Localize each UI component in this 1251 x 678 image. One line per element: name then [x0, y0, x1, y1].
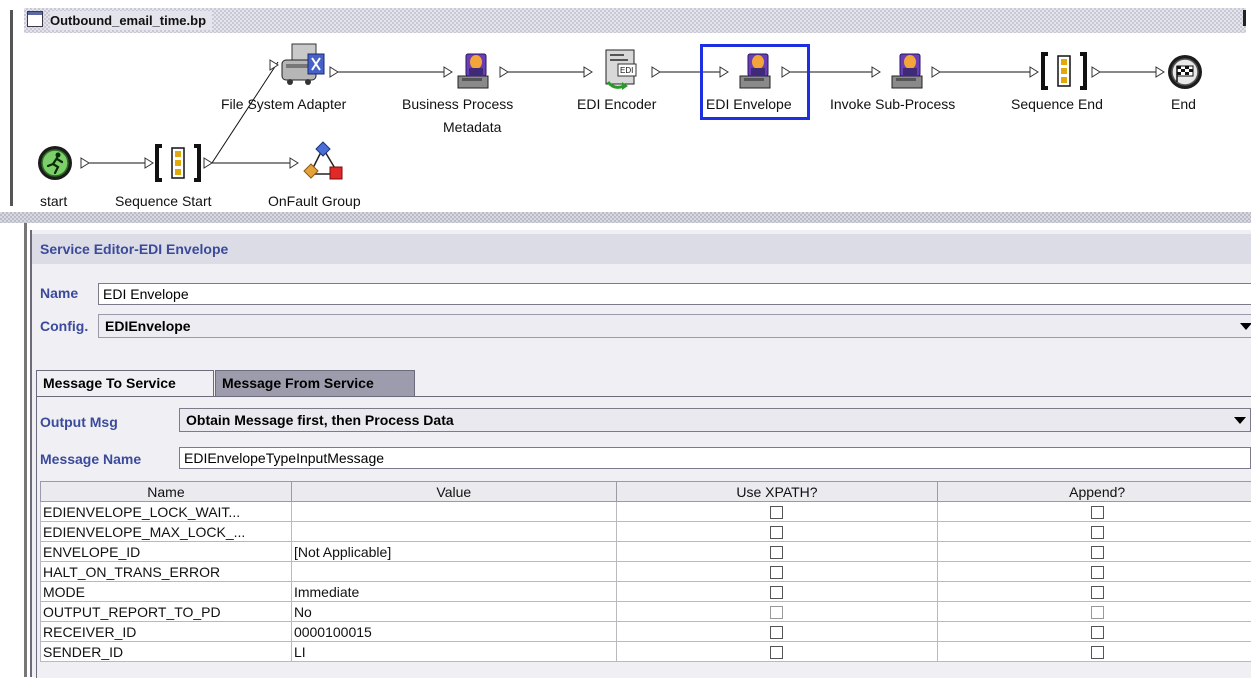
service-computer-icon [734, 48, 778, 92]
table-row[interactable]: SENDER_ID LI [41, 642, 1251, 662]
service-computer-icon [886, 48, 930, 92]
param-value[interactable]: Immediate [291, 582, 616, 602]
editor-left-border [24, 223, 27, 677]
table-row[interactable]: EDIENVELOPE_MAX_LOCK_... [41, 522, 1251, 542]
param-name: OUTPUT_REPORT_TO_PD [41, 602, 292, 622]
param-value[interactable] [291, 502, 616, 522]
end-node[interactable] [1166, 53, 1204, 91]
chevron-down-icon [1240, 323, 1251, 330]
edi-document-icon: EDI [600, 46, 646, 94]
file-system-adapter-node[interactable] [278, 40, 330, 88]
name-field[interactable] [98, 283, 1251, 305]
parameters-table: Name Value Use XPATH? Append? EDIENVELOP… [40, 481, 1251, 662]
column-header-name[interactable]: Name [41, 482, 292, 502]
svg-text:EDI: EDI [620, 66, 633, 75]
name-label: Name [40, 285, 78, 301]
invoke-sub-process-label: Invoke Sub-Process [830, 93, 955, 115]
append-checkbox[interactable] [1091, 586, 1104, 599]
param-value: No [291, 602, 616, 622]
adapter-icon [278, 40, 330, 88]
config-select[interactable]: EDIEnvelope [98, 314, 1251, 338]
onfault-group-node[interactable] [300, 140, 346, 186]
tab-panel: Output Msg Obtain Message first, then Pr… [36, 396, 1251, 678]
splitter-bar[interactable] [0, 212, 1251, 223]
edi-envelope-label: EDI Envelope [706, 93, 792, 115]
sequence-start-node[interactable] [154, 142, 202, 184]
onfault-group-label: OnFault Group [268, 190, 361, 212]
message-name-field[interactable] [179, 447, 1251, 469]
param-name: EDIENVELOPE_LOCK_WAIT... [41, 502, 292, 522]
param-name: SENDER_ID [41, 642, 292, 662]
param-value[interactable] [291, 522, 616, 542]
edi-encoder-node[interactable]: EDI [600, 46, 646, 94]
editor-title: Service Editor-EDI Envelope [32, 234, 1251, 264]
chevron-down-icon [1234, 417, 1246, 424]
onfault-group-icon [300, 140, 346, 186]
column-header-use-xpath[interactable]: Use XPATH? [616, 482, 938, 502]
append-checkbox[interactable] [1091, 526, 1104, 539]
tab-message-to-service[interactable]: Message To Service [36, 370, 214, 396]
param-name: RECEIVER_ID [41, 622, 292, 642]
use-xpath-checkbox[interactable] [770, 546, 783, 559]
param-value[interactable]: LI [291, 642, 616, 662]
end-node-label: End [1171, 93, 1196, 115]
end-flag-icon [1166, 53, 1204, 91]
table-row[interactable]: MODE Immediate [41, 582, 1251, 602]
message-name-label: Message Name [40, 451, 141, 467]
table-row[interactable]: OUTPUT_REPORT_TO_PD No [41, 602, 1251, 622]
tab-message-from-service[interactable]: Message From Service [215, 370, 415, 396]
output-msg-select-value: Obtain Message first, then Process Data [186, 412, 454, 428]
param-name: HALT_ON_TRANS_ERROR [41, 562, 292, 582]
config-label: Config. [40, 318, 88, 334]
table-row[interactable]: RECEIVER_ID 0000100015 [41, 622, 1251, 642]
process-canvas[interactable]: Outbound_email_time.bp [0, 0, 1251, 212]
config-select-value: EDIEnvelope [105, 318, 191, 334]
service-editor-panel: Service Editor-EDI Envelope Name Config.… [30, 230, 1251, 677]
invoke-sub-process-node[interactable] [886, 48, 930, 92]
sequence-start-node-label: Sequence Start [115, 190, 212, 212]
table-row[interactable]: HALT_ON_TRANS_ERROR [41, 562, 1251, 582]
use-xpath-checkbox[interactable] [770, 626, 783, 639]
table-row[interactable]: ENVELOPE_ID [Not Applicable] [41, 542, 1251, 562]
use-xpath-checkbox[interactable] [770, 586, 783, 599]
append-checkbox[interactable] [1091, 546, 1104, 559]
param-value[interactable] [291, 562, 616, 582]
service-computer-icon [452, 48, 496, 92]
column-header-append[interactable]: Append? [938, 482, 1251, 502]
table-row[interactable]: EDIENVELOPE_LOCK_WAIT... [41, 502, 1251, 522]
param-name: MODE [41, 582, 292, 602]
append-checkbox[interactable] [1091, 566, 1104, 579]
param-name: ENVELOPE_ID [41, 542, 292, 562]
use-xpath-checkbox[interactable] [770, 506, 783, 519]
edi-envelope-node[interactable] [734, 48, 778, 92]
use-xpath-checkbox[interactable] [770, 646, 783, 659]
edi-encoder-label: EDI Encoder [577, 93, 656, 115]
start-node-label: start [40, 190, 67, 212]
sequence-end-node[interactable] [1040, 50, 1088, 92]
use-xpath-checkbox[interactable] [770, 526, 783, 539]
append-checkbox [1091, 606, 1104, 619]
append-checkbox[interactable] [1091, 646, 1104, 659]
append-checkbox[interactable] [1091, 506, 1104, 519]
output-msg-label: Output Msg [40, 414, 118, 430]
start-runner-icon [36, 144, 74, 182]
business-process-metadata-node[interactable] [452, 48, 496, 92]
business-process-metadata-label-line2: Metadata [443, 116, 501, 138]
param-value[interactable]: [Not Applicable] [291, 542, 616, 562]
output-msg-select[interactable]: Obtain Message first, then Process Data [179, 408, 1251, 432]
sequence-bracket-icon [154, 142, 202, 184]
column-header-value[interactable]: Value [291, 482, 616, 502]
param-name: EDIENVELOPE_MAX_LOCK_... [41, 522, 292, 542]
start-node[interactable] [36, 144, 74, 182]
param-value[interactable]: 0000100015 [291, 622, 616, 642]
table-header-row: Name Value Use XPATH? Append? [41, 482, 1251, 502]
use-xpath-checkbox[interactable] [770, 566, 783, 579]
append-checkbox[interactable] [1091, 626, 1104, 639]
sequence-bracket-icon [1040, 50, 1088, 92]
file-system-adapter-label: File System Adapter [221, 93, 346, 115]
use-xpath-checkbox [770, 606, 783, 619]
business-process-metadata-label-line1: Business Process [402, 93, 513, 115]
sequence-end-label: Sequence End [1011, 93, 1103, 115]
